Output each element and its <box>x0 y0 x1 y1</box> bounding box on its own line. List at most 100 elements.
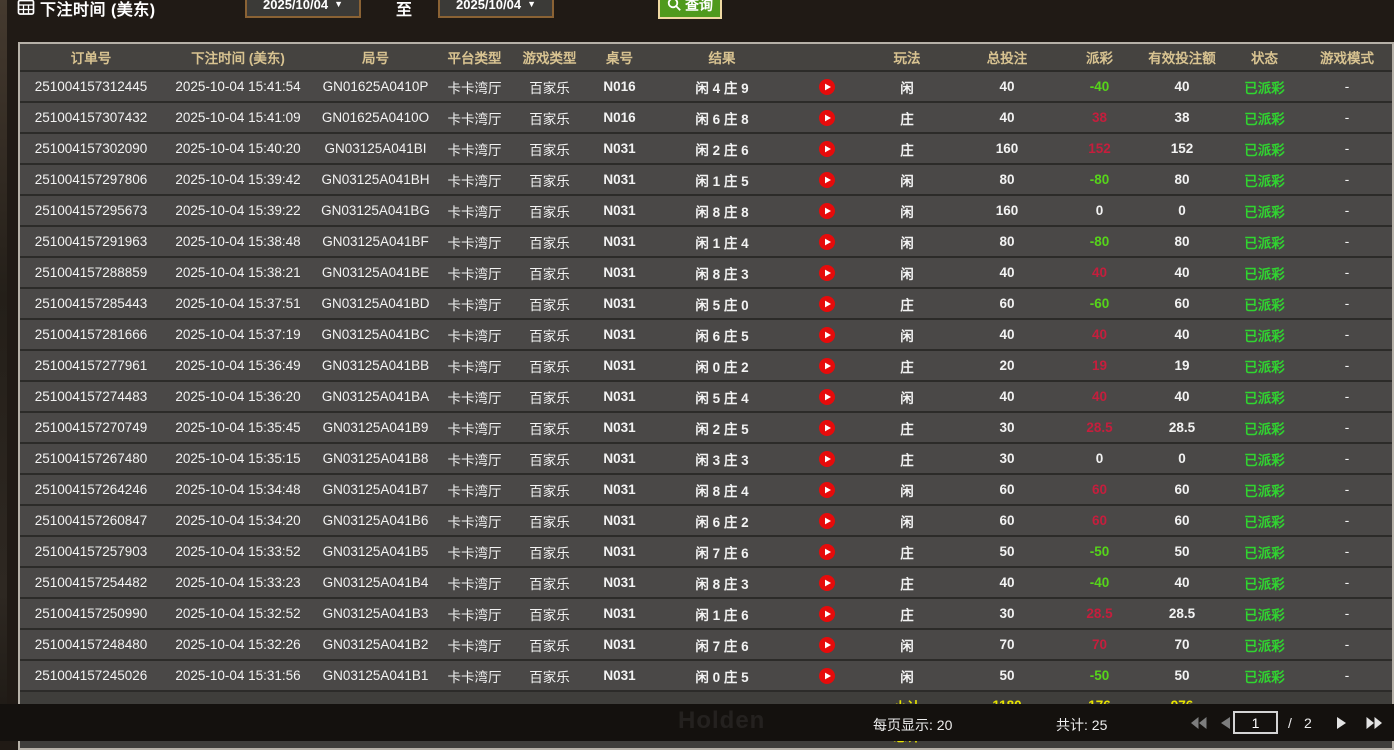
cell-game_type: 百家乐 <box>512 537 587 566</box>
cell-platform: 卡卡湾厅 <box>437 196 512 225</box>
total-pages-label: 2 <box>1304 715 1312 731</box>
cell-valid_bet: 19 <box>1137 351 1227 380</box>
cell-play: 闲 <box>862 227 952 256</box>
date-from-select[interactable]: 2025/10/04 ▼ <box>245 0 361 18</box>
cell-order_no: 251004157291963 <box>20 227 162 256</box>
cell-valid_bet: 0 <box>1137 196 1227 225</box>
cell-game_type: 百家乐 <box>512 258 587 287</box>
video-play-icon[interactable] <box>792 289 862 318</box>
search-icon <box>667 0 682 12</box>
background-watermark: Holden <box>678 707 765 735</box>
cell-table_no: N031 <box>587 599 652 628</box>
video-play-icon[interactable] <box>792 258 862 287</box>
query-button[interactable]: 查询 <box>658 0 722 19</box>
table-row: 2510041572707492025-10-04 15:35:45GN0312… <box>20 411 1392 442</box>
cell-game_type: 百家乐 <box>512 134 587 163</box>
next-page-button[interactable] <box>1337 717 1346 729</box>
video-play-icon[interactable] <box>792 630 862 659</box>
table-row: 2510041572450262025-10-04 15:31:56GN0312… <box>20 659 1392 690</box>
video-play-icon[interactable] <box>792 134 862 163</box>
video-play-icon[interactable] <box>792 320 862 349</box>
cell-payout: 60 <box>1062 506 1137 535</box>
video-play-icon[interactable] <box>792 444 862 473</box>
cell-bet_time: 2025-10-04 15:35:15 <box>162 444 314 473</box>
cell-status: 已派彩 <box>1227 103 1302 132</box>
table-row: 2510041572642462025-10-04 15:34:48GN0312… <box>20 473 1392 504</box>
cell-valid_bet: 0 <box>1137 444 1227 473</box>
page-number-input[interactable] <box>1233 711 1278 734</box>
cell-play: 闲 <box>862 72 952 101</box>
video-play-icon[interactable] <box>792 165 862 194</box>
cell-status: 已派彩 <box>1227 351 1302 380</box>
cell-game_mode: - <box>1302 165 1392 194</box>
cell-payout: 0 <box>1062 444 1137 473</box>
video-play-icon[interactable] <box>792 227 862 256</box>
prev-page-button[interactable] <box>1221 717 1230 729</box>
video-play-icon[interactable] <box>792 537 862 566</box>
cell-result: 闲 6 庄 8 <box>652 103 792 132</box>
cell-payout: 40 <box>1062 258 1137 287</box>
cell-bet_time: 2025-10-04 15:39:42 <box>162 165 314 194</box>
cell-bet_time: 2025-10-04 15:34:20 <box>162 506 314 535</box>
cell-bet_time: 2025-10-04 15:41:09 <box>162 103 314 132</box>
first-page-button[interactable] <box>1190 717 1207 729</box>
cell-bet_time: 2025-10-04 15:32:26 <box>162 630 314 659</box>
video-play-icon[interactable] <box>792 196 862 225</box>
cell-order_no: 251004157281666 <box>20 320 162 349</box>
cell-platform: 卡卡湾厅 <box>437 537 512 566</box>
cell-status: 已派彩 <box>1227 320 1302 349</box>
total-count-label: 共计: 25 <box>1056 715 1107 735</box>
cell-result: 闲 8 庄 3 <box>652 568 792 597</box>
video-play-icon[interactable] <box>792 599 862 628</box>
cell-platform: 卡卡湾厅 <box>437 382 512 411</box>
video-play-icon[interactable] <box>792 506 862 535</box>
cell-result: 闲 0 庄 2 <box>652 351 792 380</box>
cell-order_no: 251004157295673 <box>20 196 162 225</box>
cell-bet_time: 2025-10-04 15:37:19 <box>162 320 314 349</box>
cell-platform: 卡卡湾厅 <box>437 165 512 194</box>
video-play-icon[interactable] <box>792 72 862 101</box>
cell-table_no: N031 <box>587 196 652 225</box>
date-to-select[interactable]: 2025/10/04 ▼ <box>438 0 554 18</box>
video-play-icon[interactable] <box>792 413 862 442</box>
cell-round_no: GN03125A041BC <box>314 320 437 349</box>
table-row: 2510041572744832025-10-04 15:36:20GN0312… <box>20 380 1392 411</box>
col-header-video <box>792 44 862 70</box>
cell-platform: 卡卡湾厅 <box>437 227 512 256</box>
cell-table_no: N031 <box>587 475 652 504</box>
cell-game_mode: - <box>1302 382 1392 411</box>
cell-result: 闲 7 庄 6 <box>652 630 792 659</box>
cell-play: 庄 <box>862 413 952 442</box>
cell-result: 闲 6 庄 5 <box>652 320 792 349</box>
last-page-button[interactable] <box>1366 717 1383 729</box>
cell-play: 闲 <box>862 506 952 535</box>
video-play-icon[interactable] <box>792 661 862 690</box>
col-header-order_no: 订单号 <box>20 44 162 70</box>
video-play-icon[interactable] <box>792 475 862 504</box>
col-header-valid_bet: 有效投注额 <box>1137 44 1227 70</box>
cell-round_no: GN03125A041B2 <box>314 630 437 659</box>
cell-valid_bet: 60 <box>1137 506 1227 535</box>
filter-bar: 下注时间 (美东) 2025/10/04 ▼ 至 2025/10/04 ▼ 查询 <box>0 0 1394 42</box>
video-play-icon[interactable] <box>792 382 862 411</box>
video-play-icon[interactable] <box>792 351 862 380</box>
cell-play: 闲 <box>862 258 952 287</box>
cell-total_bet: 80 <box>952 165 1062 194</box>
cell-total_bet: 70 <box>952 630 1062 659</box>
cell-game_mode: - <box>1302 227 1392 256</box>
cell-game_mode: - <box>1302 196 1392 225</box>
cell-table_no: N031 <box>587 289 652 318</box>
cell-table_no: N031 <box>587 568 652 597</box>
cell-payout: 40 <box>1062 382 1137 411</box>
cell-play: 闲 <box>862 630 952 659</box>
table-row: 2510041573074322025-10-04 15:41:09GN0162… <box>20 101 1392 132</box>
cell-valid_bet: 50 <box>1137 537 1227 566</box>
cell-valid_bet: 40 <box>1137 382 1227 411</box>
video-play-icon[interactable] <box>792 103 862 132</box>
cell-platform: 卡卡湾厅 <box>437 351 512 380</box>
cell-status: 已派彩 <box>1227 537 1302 566</box>
pagination-bar: Holden 每页显示: 20 共计: 25 / 2 <box>0 704 1394 741</box>
video-play-icon[interactable] <box>792 568 862 597</box>
cell-bet_time: 2025-10-04 15:38:48 <box>162 227 314 256</box>
col-header-result: 结果 <box>652 44 792 70</box>
